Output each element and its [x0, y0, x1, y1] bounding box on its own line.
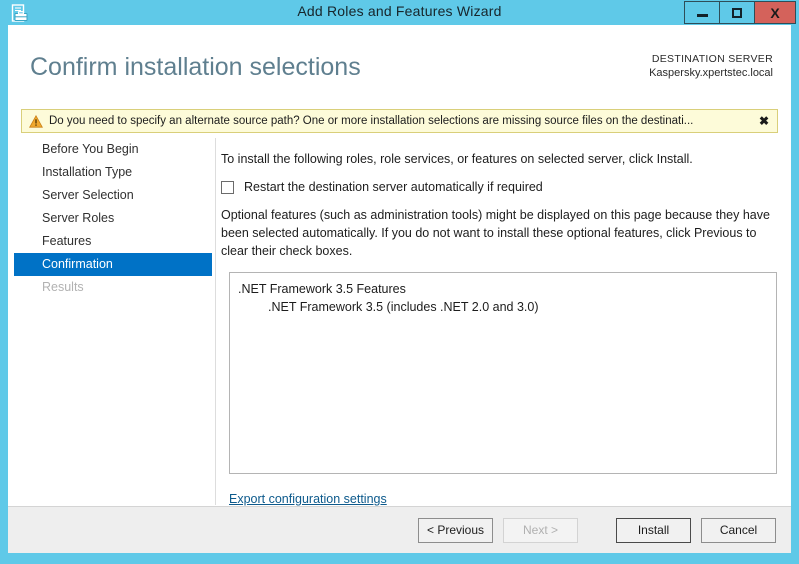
- destination-server-block: DESTINATION SERVER Kaspersky.xpertstec.l…: [649, 52, 773, 81]
- server-manager-toolbox-icon: [10, 3, 30, 23]
- minimize-button[interactable]: [685, 2, 720, 23]
- wizard-footer: < Previous Next > Install Cancel: [8, 506, 791, 553]
- wizard-client-area: Confirm installation selections DESTINAT…: [8, 25, 791, 553]
- wizard-sidebar: Before You Begin Installation Type Serve…: [8, 138, 215, 505]
- sidebar-item-confirmation[interactable]: Confirmation: [14, 253, 212, 276]
- title-bar[interactable]: Add Roles and Features Wizard X: [0, 0, 799, 25]
- warning-message: Do you need to specify an alternate sour…: [49, 115, 751, 127]
- maximize-button[interactable]: [720, 2, 755, 23]
- feature-item-child: .NET Framework 3.5 (includes .NET 2.0 an…: [230, 298, 776, 316]
- window-controls: X: [684, 1, 796, 24]
- next-button: Next >: [503, 518, 578, 543]
- sidebar-divider: [215, 138, 216, 505]
- sidebar-item-before-you-begin[interactable]: Before You Begin: [8, 138, 215, 161]
- cancel-button[interactable]: Cancel: [701, 518, 776, 543]
- warning-triangle-icon: [29, 115, 43, 128]
- sidebar-item-features[interactable]: Features: [8, 230, 215, 253]
- optional-features-note: Optional features (such as administratio…: [221, 206, 777, 260]
- warning-banner: Do you need to specify an alternate sour…: [21, 109, 778, 133]
- wizard-window: Add Roles and Features Wizard X Confirm …: [0, 0, 799, 564]
- window-title: Add Roles and Features Wizard: [0, 3, 799, 19]
- button-spacer: [588, 518, 606, 543]
- feature-item-root: .NET Framework 3.5 Features: [230, 280, 776, 298]
- maximize-icon: [732, 8, 742, 18]
- sidebar-item-server-roles[interactable]: Server Roles: [8, 207, 215, 230]
- restart-checkbox-label: Restart the destination server automatic…: [244, 180, 543, 194]
- page-title: Confirm installation selections: [30, 53, 361, 82]
- minimize-icon: [697, 14, 708, 17]
- previous-button[interactable]: < Previous: [418, 518, 493, 543]
- install-button[interactable]: Install: [616, 518, 691, 543]
- restart-checkbox[interactable]: [221, 181, 234, 194]
- close-icon: X: [770, 6, 779, 20]
- sidebar-item-installation-type[interactable]: Installation Type: [8, 161, 215, 184]
- wizard-button-row: < Previous Next > Install Cancel: [418, 518, 776, 543]
- sidebar-item-server-selection[interactable]: Server Selection: [8, 184, 215, 207]
- destination-server-name: Kaspersky.xpertstec.local: [649, 66, 773, 81]
- sidebar-item-results: Results: [8, 276, 215, 299]
- warning-close-icon[interactable]: ✖: [751, 114, 777, 128]
- restart-checkbox-row[interactable]: Restart the destination server automatic…: [221, 180, 543, 194]
- install-instruction-text: To install the following roles, role ser…: [221, 150, 693, 168]
- close-button[interactable]: X: [755, 2, 795, 23]
- selected-features-listbox[interactable]: .NET Framework 3.5 Features .NET Framewo…: [229, 272, 777, 474]
- destination-server-label: DESTINATION SERVER: [649, 52, 773, 66]
